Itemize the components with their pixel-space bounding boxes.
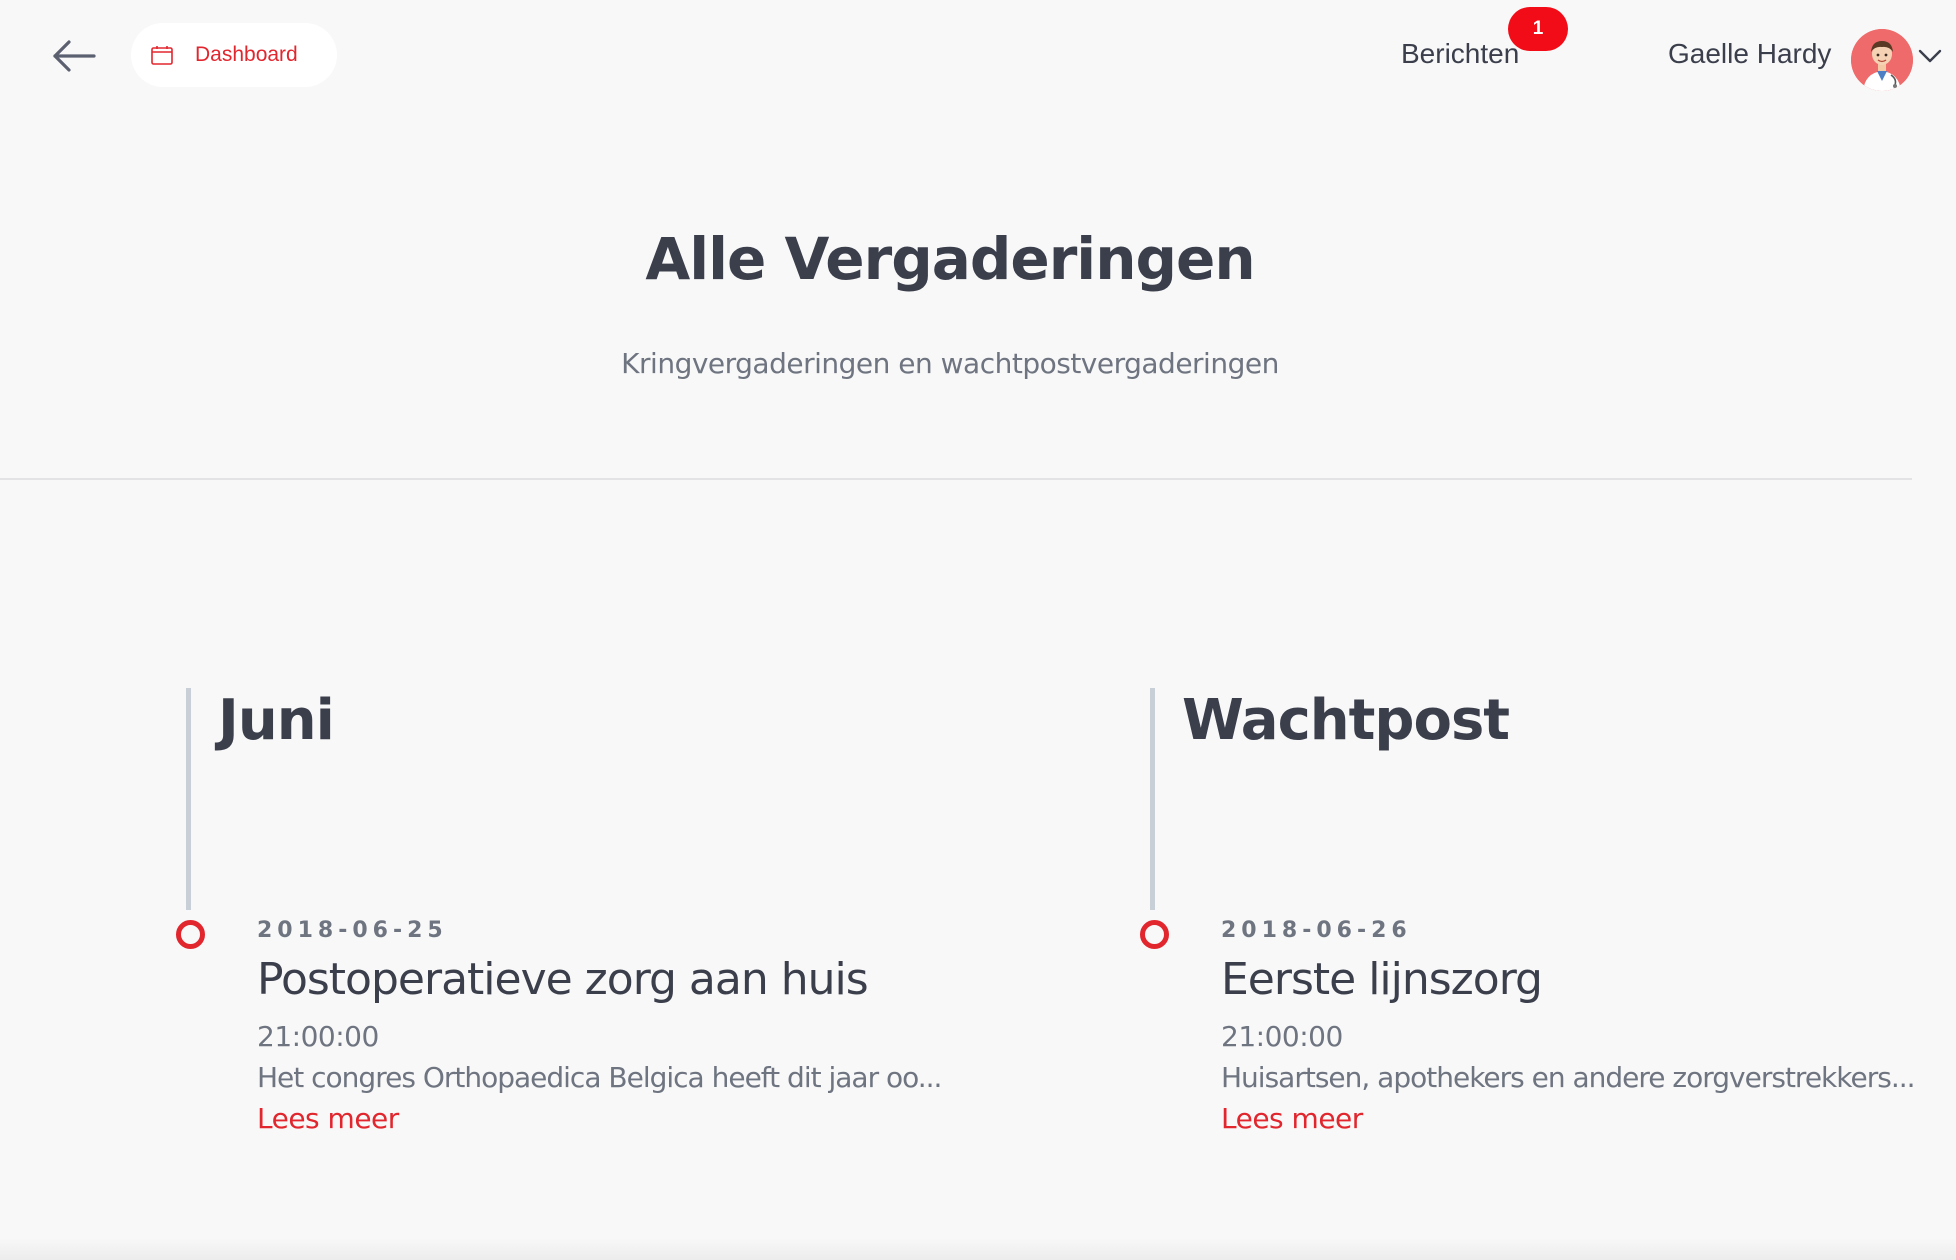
- event-time: 21:00:00: [257, 1020, 379, 1053]
- user-menu-toggle[interactable]: [1917, 46, 1943, 66]
- event-title[interactable]: Postoperatieve zorg aan huis: [257, 954, 869, 1005]
- messages-badge: 1: [1508, 7, 1568, 51]
- event-description: Het congres Orthopaedica Belgica heeft d…: [257, 1061, 942, 1094]
- dashboard-button[interactable]: Dashboard: [131, 23, 337, 87]
- column-heading: Juni: [218, 688, 335, 753]
- back-button[interactable]: [50, 36, 98, 76]
- bottom-shadow: [0, 1238, 1956, 1260]
- timeline-line: [186, 688, 191, 910]
- calendar-icon: [151, 44, 177, 66]
- messages-link[interactable]: Berichten: [1401, 38, 1519, 70]
- user-name[interactable]: Gaelle Hardy: [1668, 38, 1831, 70]
- timeline-dot: [176, 920, 205, 949]
- read-more-link[interactable]: Lees meer: [1221, 1102, 1363, 1135]
- doctor-avatar-icon: [1851, 29, 1913, 91]
- event-time: 21:00:00: [1221, 1020, 1343, 1053]
- page-subtitle: Kringvergaderingen en wachtpostvergaderi…: [621, 347, 1279, 380]
- read-more-link[interactable]: Lees meer: [257, 1102, 399, 1135]
- chevron-down-icon: [1918, 49, 1942, 63]
- event-description: Huisartsen, apothekers en andere zorgver…: [1221, 1061, 1916, 1094]
- timeline-column-wachtpost: Wachtpost 2018-06-26 Eerste lijnszorg 21…: [1140, 688, 1916, 1158]
- column-heading: Wachtpost: [1182, 688, 1510, 753]
- timeline-dot: [1140, 920, 1169, 949]
- timeline-column-juni: Juni 2018-06-25 Postoperatieve zorg aan …: [176, 688, 946, 1158]
- dashboard-label: Dashboard: [195, 43, 298, 66]
- event-title[interactable]: Eerste lijnszorg: [1221, 954, 1543, 1005]
- page: Dashboard Berichten 1 Gaelle Hardy Alle …: [0, 0, 1956, 1260]
- user-avatar[interactable]: [1851, 29, 1913, 91]
- event-date: 2018-06-25: [257, 918, 448, 943]
- event-date: 2018-06-26: [1221, 918, 1412, 943]
- section-divider: [0, 478, 1912, 480]
- arrow-left-icon: [53, 40, 96, 72]
- timeline-line: [1150, 688, 1155, 910]
- page-title: Alle Vergaderingen: [645, 225, 1255, 293]
